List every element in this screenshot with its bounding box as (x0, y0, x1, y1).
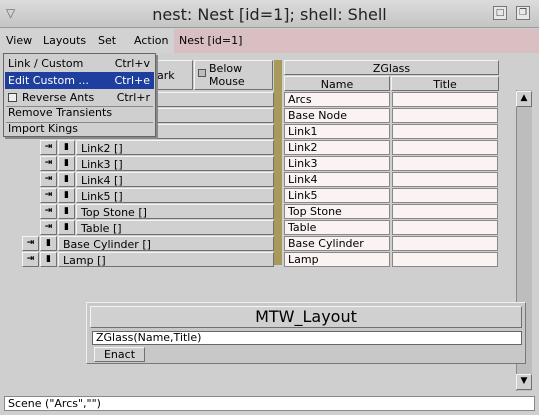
goto-icon[interactable]: ⇥ (22, 252, 39, 267)
title-cell[interactable] (392, 172, 498, 187)
pause-icon[interactable]: ▮ (40, 236, 57, 251)
title-cell[interactable] (392, 124, 498, 139)
tree-row[interactable]: Link4 [] (76, 172, 274, 187)
window-title: nest: Nest [id=1]; shell: Shell (152, 5, 387, 24)
view-dropdown-menu: Link / Custom Ctrl+v Edit Custom ... Ctr… (3, 53, 156, 137)
maximize-button[interactable]: ❐ (516, 6, 530, 20)
tree-row[interactable]: Link5 [] (76, 188, 274, 203)
tree-row-arcs-stub[interactable] (150, 92, 274, 107)
menu-item-shortcut: Ctrl+r (116, 91, 150, 104)
goto-icon[interactable]: ⇥ (22, 236, 39, 251)
column-header-title[interactable]: Title (391, 76, 499, 91)
below-mouse-label2: Mouse (209, 75, 245, 88)
menubar: View Layouts Set Action Nest [id=1] (0, 29, 539, 53)
menu-item-shortcut: Ctrl+e (114, 74, 150, 87)
goto-icon[interactable]: ⇥ (40, 156, 57, 171)
menu-item-link-custom[interactable]: Link / Custom Ctrl+v (5, 55, 154, 72)
menu-item-label: Import Kings (8, 122, 78, 135)
menu-item-label: Link / Custom (8, 57, 84, 70)
tree-row-link1-stub[interactable] (150, 124, 274, 139)
splitter-strip[interactable] (274, 60, 282, 265)
menu-layouts[interactable]: Layouts (43, 34, 86, 47)
pause-icon[interactable]: ▮ (58, 172, 75, 187)
tree-row-label: Top Stone [] (81, 206, 147, 219)
mark-button[interactable]: ark (154, 60, 193, 90)
menu-item-label: Reverse Ants (22, 91, 95, 104)
tree-row[interactable]: Link3 [] (76, 156, 274, 171)
title-cell[interactable] (392, 236, 498, 251)
column-header-name[interactable]: Name (284, 76, 390, 91)
menu-item-label: Edit Custom ... (8, 74, 89, 87)
tree-row[interactable]: Lamp [] (58, 252, 274, 267)
below-mouse-checkbox[interactable] (198, 69, 206, 77)
menu-item-edit-custom[interactable]: Edit Custom ... Ctrl+e (5, 72, 154, 89)
name-cell[interactable]: Base Node (284, 108, 390, 123)
tree-row-label: Link5 [] (81, 190, 123, 203)
pause-icon[interactable]: ▮ (58, 188, 75, 203)
tree-row-label: Link3 [] (81, 158, 123, 171)
goto-icon[interactable]: ⇥ (40, 172, 57, 187)
name-cell[interactable]: Link5 (284, 188, 390, 203)
title-cell[interactable] (392, 108, 498, 123)
name-cell[interactable]: Base Cylinder (284, 236, 390, 251)
menu-item-shortcut: Ctrl+v (114, 57, 150, 70)
goto-icon[interactable]: ⇥ (40, 204, 57, 219)
name-cell[interactable]: Link4 (284, 172, 390, 187)
tree-row-label: Link4 [] (81, 174, 123, 187)
scroll-up-icon[interactable]: ▲ (516, 91, 532, 107)
name-cell[interactable]: Link3 (284, 156, 390, 171)
menu-item-label: Remove Transients (8, 106, 113, 119)
mtw-layout-title: MTW_Layout (90, 306, 522, 328)
menu-set[interactable]: Set (98, 34, 116, 47)
tree-row[interactable]: Base Cylinder [] (58, 236, 274, 251)
pause-icon[interactable]: ▮ (58, 140, 75, 155)
menu-item-import-kings[interactable]: Import Kings (5, 120, 154, 137)
mark-label: ark (157, 69, 175, 82)
window-titlebar: ▽ nest: Nest [id=1]; shell: Shell □ ❐ (0, 0, 539, 28)
title-cell[interactable] (392, 252, 498, 267)
pause-icon[interactable]: ▮ (40, 252, 57, 267)
tree-row-basenode-stub[interactable] (150, 108, 274, 123)
tree-row-label: Table [] (81, 222, 122, 235)
title-cell[interactable] (392, 188, 498, 203)
title-cell[interactable] (392, 156, 498, 171)
status-bar: Scene ("Arcs","") (4, 396, 535, 411)
name-cell[interactable]: Link2 (284, 140, 390, 155)
name-cell[interactable]: Top Stone (284, 204, 390, 219)
name-cell[interactable]: Arcs (284, 92, 390, 107)
title-cell[interactable] (392, 140, 498, 155)
tree-row-label: Link2 [] (81, 142, 123, 155)
title-cell[interactable] (392, 220, 498, 235)
below-mouse-label1: Below (209, 62, 243, 75)
menu-item-remove-transients[interactable]: Remove Transients (5, 104, 154, 121)
goto-icon[interactable]: ⇥ (40, 140, 57, 155)
tree-row-label: Lamp [] (63, 254, 106, 267)
zglass-header: ZGlass (284, 60, 499, 75)
pause-icon[interactable]: ▮ (58, 204, 75, 219)
tree-row-label: Base Cylinder [] (63, 238, 151, 251)
name-cell[interactable]: Link1 (284, 124, 390, 139)
title-cell[interactable] (392, 92, 498, 107)
enact-button[interactable]: Enact (94, 347, 145, 362)
reverse-ants-checkbox[interactable] (8, 93, 17, 102)
nest-label: Nest [id=1] (174, 29, 539, 53)
scroll-down-icon[interactable]: ▼ (516, 374, 532, 390)
pause-icon[interactable]: ▮ (58, 156, 75, 171)
mtw-layout-panel: MTW_Layout ZGlass(Name,Title) Enact (86, 302, 526, 364)
layout-input[interactable]: ZGlass(Name,Title) (92, 331, 522, 345)
title-cell[interactable] (392, 204, 498, 219)
name-cell[interactable]: Table (284, 220, 390, 235)
tree-row[interactable]: Top Stone [] (76, 204, 274, 219)
menu-view[interactable]: View (6, 34, 32, 47)
menu-action[interactable]: Action (134, 34, 168, 47)
goto-icon[interactable]: ⇥ (40, 220, 57, 235)
name-cell[interactable]: Lamp (284, 252, 390, 267)
below-mouse-toggle[interactable]: Below Mouse (194, 60, 273, 90)
tree-row[interactable]: Link2 [] (76, 140, 274, 155)
goto-icon[interactable]: ⇥ (40, 188, 57, 203)
tree-row[interactable]: Table [] (76, 220, 274, 235)
iconify-button[interactable]: □ (493, 6, 507, 20)
pause-icon[interactable]: ▮ (58, 220, 75, 235)
